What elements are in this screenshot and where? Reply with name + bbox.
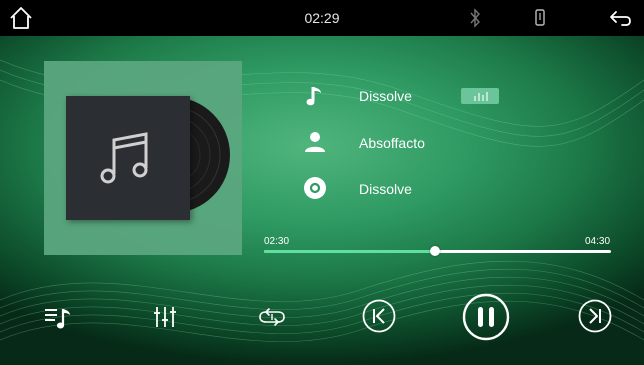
track-artist: Absoffacto <box>359 135 425 151</box>
album-music-note-icon <box>100 132 148 184</box>
playlist-icon[interactable] <box>43 305 73 331</box>
music-player-screen: 02:29 Dissolve Absoffacto Dissolve 02:30… <box>0 0 644 365</box>
progress-fill <box>264 250 436 253</box>
repeat-icon[interactable] <box>256 305 288 329</box>
music-note-icon <box>306 87 321 106</box>
person-icon <box>305 132 325 152</box>
equalizer-settings-icon[interactable] <box>152 304 178 330</box>
progress-thumb[interactable] <box>430 246 441 256</box>
back-icon[interactable] <box>607 6 633 30</box>
equalizer-badge-icon <box>461 88 499 104</box>
status-time: 02:29 <box>304 10 340 26</box>
status-bar: 02:29 <box>0 0 644 36</box>
bluetooth-icon <box>470 8 480 28</box>
previous-icon[interactable] <box>362 299 396 333</box>
pause-icon[interactable] <box>462 293 510 341</box>
track-album: Dissolve <box>359 181 412 197</box>
current-time: 02:30 <box>264 236 290 247</box>
total-time: 04:30 <box>585 236 611 247</box>
track-title: Dissolve <box>359 88 412 104</box>
next-icon[interactable] <box>578 299 612 333</box>
phone-link-icon <box>535 9 545 26</box>
disc-icon <box>304 177 326 199</box>
